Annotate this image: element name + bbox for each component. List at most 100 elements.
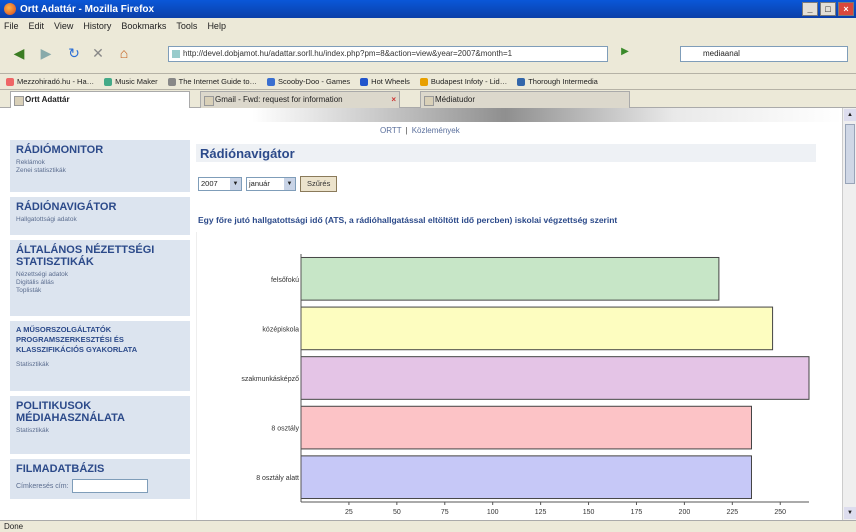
window-titlebar: Ortt Adattár - Mozilla Firefox _ □ × <box>0 0 856 18</box>
menu-tools[interactable]: Tools <box>176 21 197 31</box>
tab-ortt-adattar[interactable]: Ortt Adattár <box>10 91 190 108</box>
page-title: Rádiónavigátor <box>200 146 295 161</box>
sidebar-link[interactable]: Nézettségi adatok <box>16 271 184 279</box>
stop-icon[interactable]: ✕ <box>86 42 110 64</box>
back-arrow-icon[interactable]: ◀ <box>4 42 34 64</box>
bookmarks-toolbar: Mezzohiradó.hu - Ha… Music Maker The Int… <box>0 74 856 90</box>
close-button[interactable]: × <box>838 2 854 16</box>
bookmark-favicon-icon <box>419 77 428 86</box>
x-tick-label: 200 <box>679 509 691 516</box>
reload-icon[interactable]: ↻ <box>62 42 86 64</box>
x-tick-label: 75 <box>441 509 449 516</box>
chart-container: felsőfokú középiskola szakmunkásképző 8 osz… <box>196 232 816 520</box>
x-tick-label: 225 <box>726 509 738 516</box>
bar-chart: felsőfokú középiskola szakmunkásképző 8 osz… <box>241 254 810 516</box>
sidebar-link[interactable]: Zenei statisztikák <box>16 167 184 175</box>
bookmark-favicon-icon <box>104 77 113 86</box>
close-tab-icon[interactable]: × <box>391 92 396 108</box>
filter-form: 2007 ▼ január ▼ Szűrés <box>198 176 338 192</box>
month-select[interactable]: január ▼ <box>246 177 296 191</box>
menu-help[interactable]: Help <box>207 21 226 31</box>
scroll-down-icon[interactable]: ▼ <box>844 507 856 519</box>
x-tick-label: 50 <box>393 509 401 516</box>
bookmark-item[interactable]: Mezzohiradó.hu - Ha… <box>6 77 94 86</box>
status-text: Done <box>4 522 24 531</box>
link-separator: | <box>405 126 408 135</box>
y-tick-label: középiskola <box>262 326 299 333</box>
year-select[interactable]: 2007 ▼ <box>198 177 242 191</box>
tab-bar: Ortt Adattár Gmail - Fwd: request for in… <box>0 90 856 108</box>
page-viewport: ORTT | Közlemények RÁDIÓMONITOR Reklámok Z… <box>0 108 842 520</box>
menu-view[interactable]: View <box>54 21 73 31</box>
year-select-value: 2007 <box>201 179 218 188</box>
kozlemenyek-link[interactable]: Közlemények <box>412 126 460 135</box>
scroll-thumb[interactable] <box>845 124 855 184</box>
y-tick-label: felsőfokú <box>271 277 299 284</box>
menu-bookmarks[interactable]: Bookmarks <box>121 21 166 31</box>
status-bar: Done <box>0 520 856 532</box>
sidebar-link[interactable]: Statisztikák <box>16 427 184 435</box>
sidebar-title[interactable]: POLITIKUSOK MÉDIAHASZNÁLATA <box>16 400 184 424</box>
bar <box>300 455 752 500</box>
url-input[interactable]: http://devel.dobjamot.hu/adattar.sorll.h… <box>168 46 608 62</box>
film-search-input[interactable] <box>71 479 148 493</box>
bookmark-favicon-icon <box>167 77 176 86</box>
bookmark-favicon-icon <box>6 77 14 86</box>
x-tick-label: 125 <box>535 509 547 516</box>
sidebar-nezettseg: ÁLTALÁNOS NÉZETTSÉGI STATISZTIKÁK Nézett… <box>10 240 190 316</box>
bookmark-favicon-icon <box>360 77 369 86</box>
top-links: ORTT | Közlemények <box>380 126 460 135</box>
bookmark-favicon-icon <box>267 77 276 86</box>
sidebar-title[interactable]: FILMADATBÁZIS <box>16 463 184 475</box>
chart-title: Egy főre jutó hallgatottsági idő (ATS, a… <box>198 215 618 225</box>
header-banner <box>0 108 842 122</box>
ortt-link[interactable]: ORTT <box>380 126 402 135</box>
bar <box>300 306 774 351</box>
vertical-scrollbar[interactable]: ▲ ▼ <box>842 108 856 520</box>
forward-arrow-icon[interactable]: ▶ <box>34 42 58 64</box>
navigation-toolbar: ◀ ▶ ↻ ✕ ⌂ http://devel.dobjamot.hu/adatt… <box>0 34 856 74</box>
menu-edit[interactable]: Edit <box>29 21 45 31</box>
sidebar-filmadatbazis: FILMADATBÁZIS Címkeresés cím: <box>10 459 190 499</box>
sidebar-link[interactable]: Reklámok <box>16 159 184 167</box>
menu-file[interactable]: File <box>4 21 19 31</box>
menu-history[interactable]: History <box>83 21 111 31</box>
sidebar: RÁDIÓMONITOR Reklámok Zenei statisztikák… <box>10 140 190 504</box>
search-input[interactable]: mediaanal <box>680 46 848 62</box>
bookmark-item[interactable]: Hot Wheels <box>360 77 410 86</box>
month-select-value: január <box>249 179 270 188</box>
sidebar-radionavigator: RÁDIÓNAVIGÁTOR Hallgatottsági adatok <box>10 197 190 235</box>
x-tick-label: 250 <box>774 509 786 516</box>
sidebar-link[interactable]: Toplisták <box>16 287 184 295</box>
sidebar-politikusok: POLITIKUSOK MÉDIAHASZNÁLATA Statisztikák <box>10 396 190 454</box>
sidebar-title[interactable]: RÁDIÓMONITOR <box>16 144 184 156</box>
tab-gmail[interactable]: Gmail - Fwd: request for information × <box>200 91 400 108</box>
x-tick-label: 100 <box>487 509 499 516</box>
filter-button[interactable]: Szűrés <box>300 176 338 192</box>
bar <box>300 405 752 450</box>
minimize-button[interactable]: _ <box>802 2 818 16</box>
window-controls: _ □ × <box>802 2 854 16</box>
sidebar-title[interactable]: RÁDIÓNAVIGÁTOR <box>16 201 184 213</box>
sidebar-title[interactable]: ÁLTALÁNOS NÉZETTSÉGI STATISZTIKÁK <box>16 244 184 268</box>
sidebar-link[interactable]: Hallgatottsági adatok <box>16 216 184 224</box>
go-arrow-icon[interactable]: ▶ <box>612 46 638 62</box>
bookmark-item[interactable]: Budapest Infoty - Lid… <box>419 77 507 86</box>
home-icon[interactable]: ⌂ <box>112 42 136 64</box>
x-tick-label: 150 <box>583 509 595 516</box>
bookmark-item[interactable]: The Internet Guide to… <box>167 77 257 86</box>
film-search-label: Címkeresés cím: <box>16 482 69 490</box>
sidebar-title[interactable]: A MŰSORSZOLGÁLTATÓK PROGRAMSZERKESZTÉSI … <box>16 325 184 355</box>
scroll-up-icon[interactable]: ▲ <box>844 109 856 121</box>
bookmark-item[interactable]: Music Maker <box>104 77 158 86</box>
maximize-button[interactable]: □ <box>820 2 836 16</box>
tab-mediatudor[interactable]: Médiatudor <box>420 91 630 108</box>
menu-bar: File Edit View History Bookmarks Tools H… <box>0 18 856 34</box>
x-tick-label: 175 <box>631 509 643 516</box>
sidebar-link[interactable]: Statisztikák <box>16 361 184 369</box>
bookmark-item[interactable]: Thorough Intermedia <box>517 77 598 86</box>
sidebar-link[interactable]: Digitális állás <box>16 279 184 287</box>
bookmark-item[interactable]: Scooby-Doo - Games <box>267 77 350 86</box>
y-tick-label: szakmunkásképző <box>241 376 299 383</box>
bar <box>300 356 810 400</box>
